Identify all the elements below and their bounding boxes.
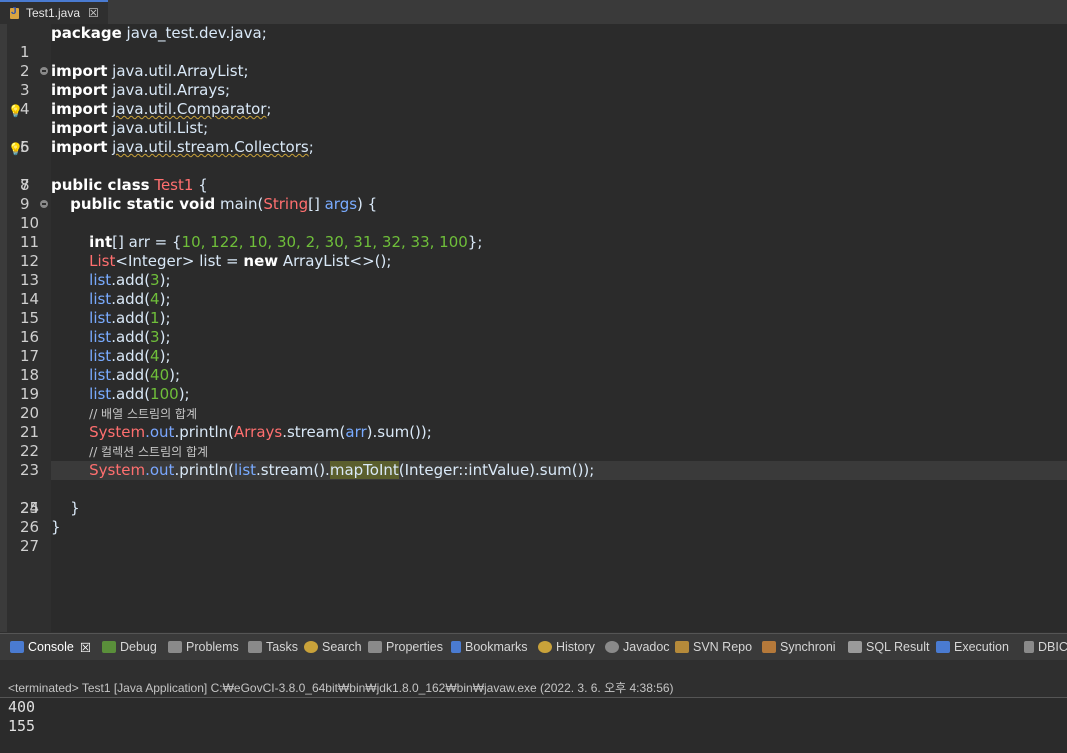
code-line: 18 list.add(4); (20, 347, 171, 384)
fold-toggle-icon[interactable] (40, 200, 48, 208)
code-line: 15 list.add(4); (20, 290, 171, 327)
tab-tasks[interactable]: Tasks (248, 634, 298, 660)
tab-console[interactable]: Console ☒ (10, 634, 91, 660)
close-tab-icon[interactable]: ☒ (88, 6, 99, 20)
code-line: 11 (0, 214, 1067, 251)
code-line-current: 24 System.out.println(list.stream().mapT… (0, 461, 1067, 517)
code-line: 13 List<Integer> list = new ArrayList<>(… (20, 252, 392, 289)
tab-search[interactable]: Search (304, 634, 362, 660)
history-icon (538, 641, 552, 653)
code-line: 17 list.add(3); (20, 328, 171, 365)
code-line: 8 (0, 157, 1067, 194)
code-line: 26 } (20, 499, 80, 536)
svn-icon (675, 641, 689, 653)
tab-svn-repo[interactable]: SVN Repo (675, 634, 752, 660)
code-line: 23 // 컬렉션 스트림의 합계 (20, 445, 209, 479)
sql-result-icon (848, 641, 862, 653)
code-line: 19 list.add(40); (20, 366, 181, 403)
code-editor[interactable]: 1 package java_test.dev.java; 2 3 import… (0, 24, 1067, 632)
code-line: 3 import java.util.ArrayList; (20, 62, 249, 99)
bottom-view-tabs: Console ☒ Debug Problems Tasks Search Pr… (0, 633, 1067, 660)
tab-javadoc[interactable]: Javadoc (605, 634, 670, 660)
console-status-line: <terminated> Test1 [Java Application] C:… (8, 681, 674, 695)
tab-dbic[interactable]: DBIC (1024, 634, 1067, 660)
line-number: 27 (20, 537, 40, 555)
code-line: 27 } (20, 518, 61, 555)
javadoc-icon (605, 641, 619, 653)
console-output-line: 400 (8, 698, 36, 716)
code-line: 21 // 배열 스트림의 합계 (20, 407, 198, 441)
code-line: 16 list.add(1); (20, 309, 171, 346)
code-line: 25 (0, 480, 1067, 517)
tab-problems[interactable]: Problems (168, 634, 239, 660)
tab-properties[interactable]: Properties (368, 634, 443, 660)
bookmark-icon (451, 641, 461, 653)
console-output-line: 155 (8, 717, 36, 735)
code-line: 6 import java.util.List; (20, 119, 209, 156)
console-output[interactable]: 400 155 (0, 697, 1067, 753)
code-line: 20 list.add(100); (20, 385, 190, 422)
editor-tab-bar: Test1.java ☒ (0, 0, 1067, 24)
tab-bookmarks[interactable]: Bookmarks (451, 634, 528, 660)
sync-icon (762, 641, 776, 653)
bug-icon (102, 641, 116, 653)
tab-debug[interactable]: Debug (102, 634, 157, 660)
code-line: 2 (0, 43, 1067, 80)
problems-icon (168, 641, 182, 653)
code-line: 10 public static void main(String[] args… (20, 195, 378, 232)
tab-sql-result[interactable]: SQL Result (848, 634, 929, 660)
search-icon (304, 641, 318, 653)
properties-icon (368, 641, 382, 653)
tab-execution[interactable]: Execution (936, 634, 1009, 660)
editor-tab-title: Test1.java (26, 6, 81, 20)
tab-synchronize[interactable]: Synchroni (762, 634, 836, 660)
execution-icon (936, 641, 950, 653)
code-line: 💡 5 import java.util.Comparator; (8, 100, 272, 156)
tab-history[interactable]: History (538, 634, 595, 660)
code-line: 1 package java_test.dev.java; (20, 24, 267, 61)
tasks-icon (248, 641, 262, 653)
code-line: 4 import java.util.Arrays; (20, 81, 231, 118)
code-line: 💡 7 import java.util.stream.Collectors; (8, 138, 314, 194)
console-icon (10, 641, 24, 653)
java-file-icon (8, 6, 22, 20)
fold-toggle-icon[interactable] (40, 67, 48, 75)
close-tab-icon[interactable]: ☒ (80, 640, 91, 655)
code-line: 14 list.add(3); (20, 271, 171, 308)
code-line: 12 int[] arr = {10, 122, 10, 30, 2, 30, … (20, 233, 483, 270)
dbic-icon (1024, 641, 1034, 653)
editor-tab-test1[interactable]: Test1.java ☒ (0, 0, 108, 24)
code-line: 22 System.out.println(Arrays.stream(arr)… (20, 423, 432, 460)
code-line: 9 public class Test1 { (20, 176, 208, 213)
